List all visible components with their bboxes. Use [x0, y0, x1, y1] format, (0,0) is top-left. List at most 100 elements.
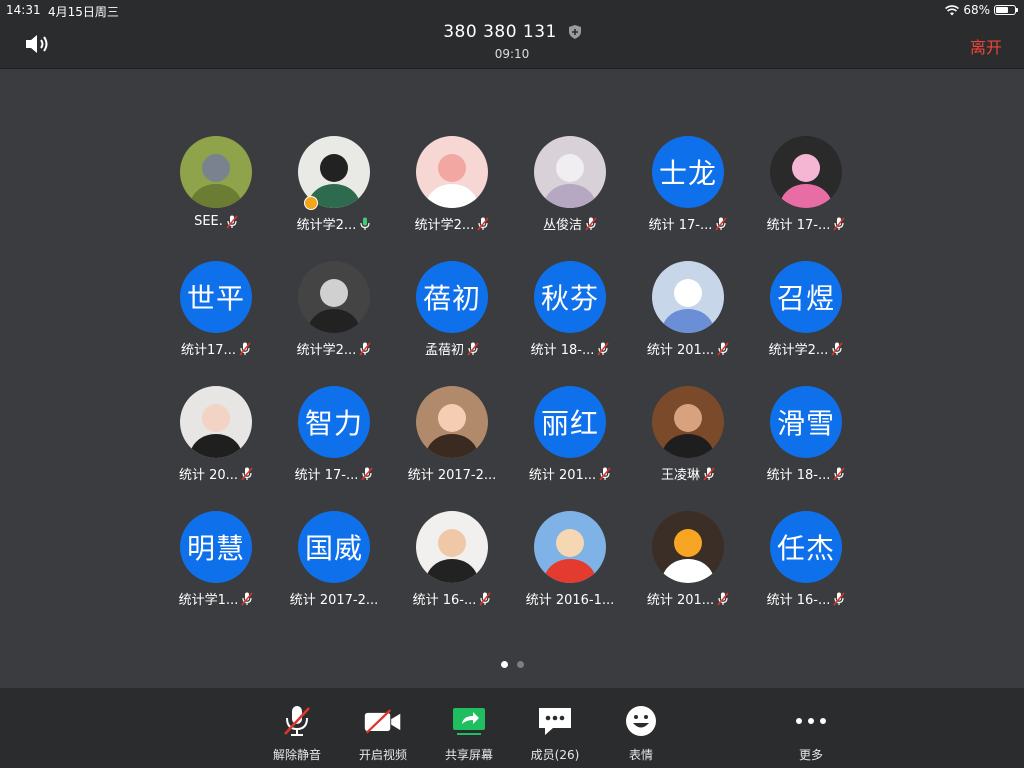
mic-muted-icon — [241, 467, 253, 480]
avatar — [416, 386, 488, 458]
reactions-button[interactable]: 表情 — [601, 688, 681, 768]
participant-tile[interactable]: 统计学2... — [275, 136, 393, 233]
participant-tile[interactable]: 统计 16-... — [393, 511, 511, 608]
participant-tile[interactable]: 王凌琳 — [629, 386, 747, 483]
participant-name-row: 统计 201... — [629, 339, 747, 358]
avatar: 士龙 — [652, 136, 724, 208]
participant-name-row: 统计学2... — [393, 214, 511, 233]
mic-muted-icon — [479, 592, 491, 605]
mic-muted-icon — [585, 217, 597, 230]
status-right: 68% — [945, 3, 1018, 17]
shield-icon — [568, 25, 581, 39]
avatar-initials: 滑雪 — [776, 407, 835, 440]
avatar: 明慧 — [180, 511, 252, 583]
man-photo — [652, 386, 724, 458]
participant-name: 丛俊洁 — [542, 218, 582, 233]
participant-tile[interactable]: 统计 2016-1... — [511, 511, 629, 608]
share-screen-button[interactable]: 共享屏幕 — [429, 688, 509, 768]
avatar-initials: 明慧 — [186, 532, 245, 565]
participant-tile[interactable]: 召煜 统计学2... — [747, 261, 865, 358]
avatar — [180, 136, 252, 208]
unmute-label: 解除静音 — [272, 748, 321, 762]
participant-name-row: 统计17... — [157, 339, 275, 358]
participant-tile[interactable]: 智力 统计 17-... — [275, 386, 393, 483]
share-screen-label: 共享屏幕 — [444, 748, 493, 762]
start-video-button[interactable]: 开启视频 — [343, 688, 423, 768]
bunny-cartoon — [416, 136, 488, 208]
participant-name-row: 统计 201... — [511, 464, 629, 483]
participant-tile[interactable]: 统计 20... — [157, 386, 275, 483]
participant-name: 统计学2... — [768, 343, 829, 358]
video-off-icon — [364, 709, 401, 734]
participant-name-row: 统计学2... — [747, 339, 865, 358]
avatar — [416, 511, 488, 583]
participant-name-row: 统计 18-... — [747, 464, 865, 483]
leave-button[interactable]: 离开 — [970, 34, 1002, 58]
participant-tile[interactable]: 士龙 统计 17-... — [629, 136, 747, 233]
participant-name: 统计 201... — [528, 468, 597, 483]
participant-name: 统计 18-... — [530, 343, 595, 358]
participant-tile[interactable]: 统计学2... — [393, 136, 511, 233]
status-bar: 14:31 4月15日周三 68% — [0, 0, 1024, 20]
mic-muted-icon — [597, 342, 609, 355]
child-photo — [416, 386, 488, 458]
reactions-label: 表情 — [628, 748, 653, 762]
cat-mouse-photo — [180, 136, 252, 208]
participant-name: 统计 2017-2... — [289, 593, 379, 608]
participant-name: 统计 18-... — [766, 468, 831, 483]
participant-tile[interactable]: 统计 201... — [629, 261, 747, 358]
participant-tile[interactable]: 任杰 统计 16-... — [747, 511, 865, 608]
participant-tile[interactable]: SEE. — [157, 136, 275, 229]
avatar — [534, 511, 606, 583]
participant-tile[interactable]: 统计 2017-2... — [393, 386, 511, 483]
participant-tile[interactable]: 国威统计 2017-2... — [275, 511, 393, 608]
participant-name-row: 丛俊洁 — [511, 214, 629, 233]
more-label: 更多 — [798, 748, 823, 762]
unmute-button[interactable]: 解除静音 — [257, 688, 337, 768]
pink-shell-photo — [770, 136, 842, 208]
participant-name-row: SEE. — [157, 214, 275, 229]
participant-name: 统计 2016-1... — [525, 593, 615, 608]
mic-muted-icon — [833, 592, 845, 605]
avatar: 滑雪 — [770, 386, 842, 458]
page-dot-1[interactable] — [500, 661, 508, 668]
participant-name: 统计学2... — [296, 218, 357, 233]
participants-button[interactable]: 成员(26) — [515, 688, 595, 768]
participant-name: 统计 2017-2... — [407, 468, 497, 483]
more-button[interactable]: 更多 — [771, 688, 851, 768]
mic-muted-icon — [833, 467, 845, 480]
mic-muted-icon — [599, 467, 611, 480]
participant-tile[interactable]: 统计学2... — [275, 261, 393, 358]
participant-tile[interactable]: 丛俊洁 — [511, 136, 629, 233]
avatar-initials: 国威 — [304, 532, 363, 565]
girl-portrait-photo — [180, 386, 252, 458]
participant-tile[interactable]: 秋芬统计 18-... — [511, 261, 629, 358]
chat-dots-icon — [539, 708, 571, 735]
participant-tile[interactable]: 世平统计17... — [157, 261, 275, 358]
page-indicator[interactable] — [0, 661, 1024, 668]
participant-tile[interactable]: 统计 201... — [629, 511, 747, 608]
page-dot-2[interactable] — [516, 661, 524, 668]
avatar: 智力 — [298, 386, 370, 458]
meeting-id[interactable]: 380 380 131 — [0, 22, 1024, 42]
participant-name: 统计学2... — [296, 343, 357, 358]
avatar: 秋芬 — [534, 261, 606, 333]
participant-tile[interactable]: 丽红统计 201... — [511, 386, 629, 483]
meeting-duration: 09:10 — [494, 47, 530, 61]
wifi-icon — [945, 4, 960, 15]
avatar — [298, 261, 370, 333]
participant-tile[interactable]: 统计 17-... — [747, 136, 865, 233]
participant-tile[interactable]: 滑雪统计 18-... — [747, 386, 865, 483]
avatar: 丽红 — [534, 386, 606, 458]
bw-portrait-photo — [298, 261, 370, 333]
avatar: 世平 — [180, 261, 252, 333]
participant-tile[interactable]: 蓓初 孟蓓初 — [393, 261, 511, 358]
mic-muted-icon — [239, 342, 251, 355]
avatar-initials: 丽红 — [540, 407, 599, 440]
participant-name: SEE. — [194, 214, 223, 229]
participant-tile[interactable]: 明慧统计学1... — [157, 511, 275, 608]
participant-name: 统计学1... — [178, 593, 239, 608]
participant-name-row: 统计 2017-2... — [393, 464, 511, 483]
avatar-initials: 士龙 — [658, 157, 717, 190]
participant-name: 统计 16-... — [766, 593, 831, 608]
